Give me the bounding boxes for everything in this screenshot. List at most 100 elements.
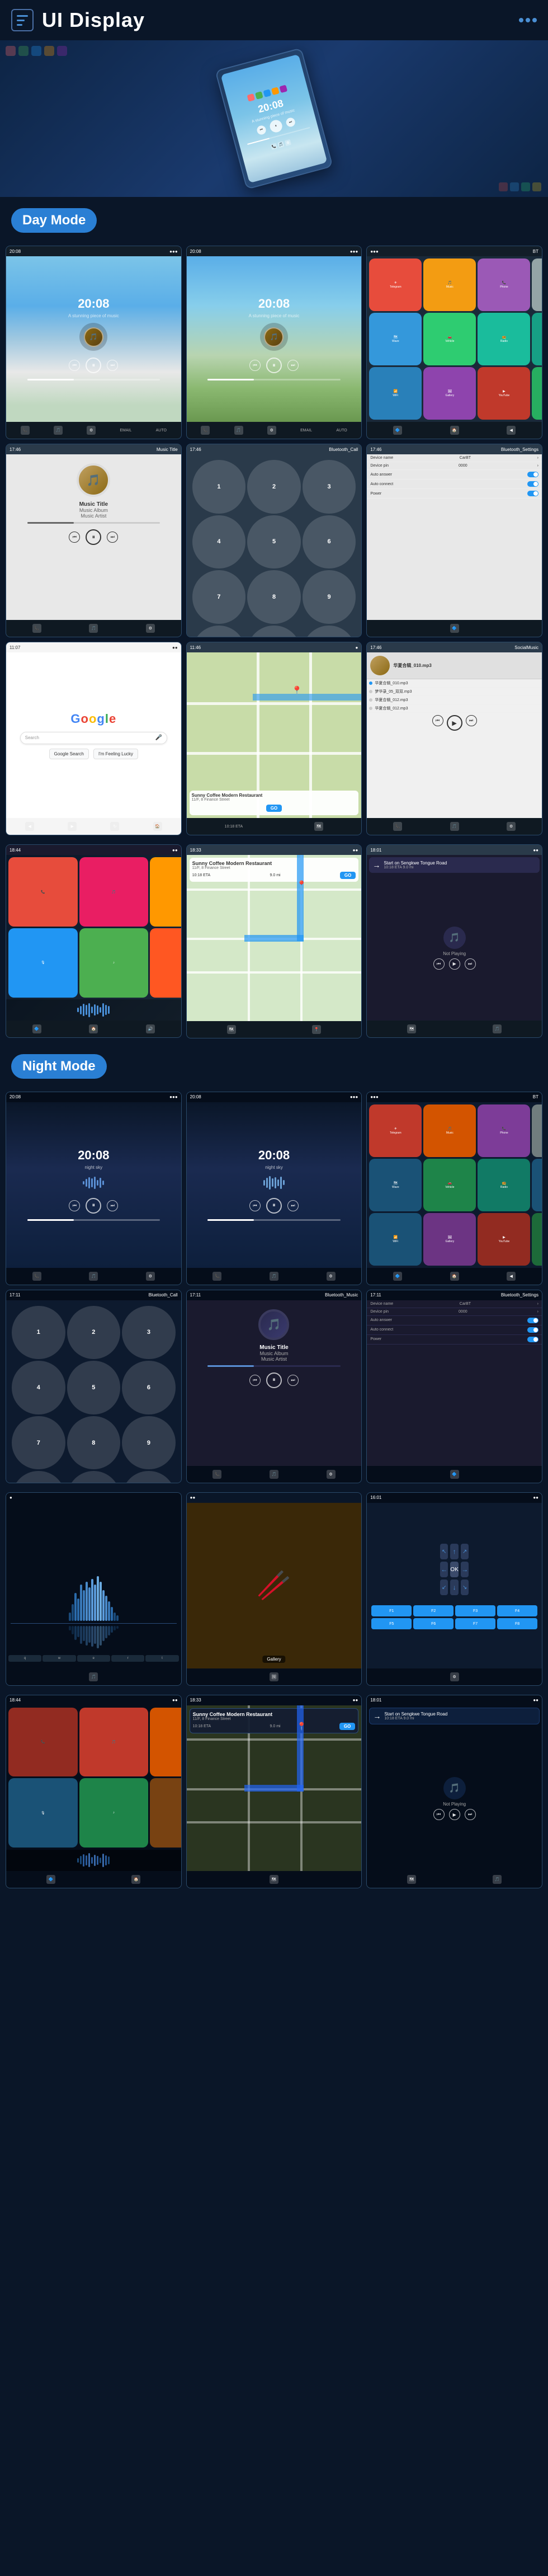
nk-1[interactable]: q bbox=[8, 1655, 41, 1662]
night-app-waze[interactable]: 🗺Waze bbox=[369, 1159, 422, 1211]
night-next-1[interactable]: ⏭ bbox=[107, 1200, 118, 1211]
night-toggle-1[interactable] bbox=[527, 1318, 538, 1323]
nav-left[interactable]: ← bbox=[440, 1562, 448, 1577]
nm-icon-1[interactable]: 📞 bbox=[212, 1470, 221, 1479]
nk-4[interactable]: r bbox=[111, 1655, 144, 1662]
night-cp-bt[interactable]: 🔷 bbox=[46, 1875, 55, 1884]
night-app-yt[interactable]: ▶YouTube bbox=[478, 1213, 530, 1266]
night-nav-icon[interactable]: ⚙ bbox=[450, 1672, 459, 1681]
night-app-wifi[interactable]: 📶WiFi bbox=[369, 1213, 422, 1266]
song-item-1[interactable]: 华夏合辑_010.mp3 bbox=[367, 679, 542, 688]
song-item-3[interactable]: 华夏合辑_012.mp3 bbox=[367, 696, 542, 704]
menu-icon[interactable] bbox=[11, 9, 34, 31]
nm-prev[interactable]: ⏮ bbox=[249, 1375, 261, 1386]
music-icon-2[interactable]: 🎵 bbox=[234, 426, 243, 435]
phone-icon-1[interactable]: 📞 bbox=[21, 426, 30, 435]
app-gallery[interactable]: 🖼Gallery bbox=[423, 367, 476, 420]
mic-icon[interactable]: 🎤 bbox=[155, 735, 162, 741]
night-key-7[interactable]: 7 bbox=[12, 1416, 65, 1470]
func-btn-4[interactable]: F4 bbox=[497, 1605, 537, 1616]
key-star[interactable]: * bbox=[192, 626, 246, 637]
func-btn-8[interactable]: F8 bbox=[497, 1618, 537, 1629]
back-icon[interactable]: ◀ bbox=[507, 426, 516, 435]
phone-icon-2[interactable]: 📞 bbox=[201, 426, 210, 435]
cp-spotify[interactable]: ♪ bbox=[79, 928, 149, 998]
key-2[interactable]: 2 bbox=[247, 460, 301, 514]
power-toggle[interactable] bbox=[527, 491, 538, 496]
nk-5[interactable]: t bbox=[145, 1655, 178, 1662]
settings-icon-1[interactable]: ⚙ bbox=[87, 426, 96, 435]
key-9[interactable]: 9 bbox=[303, 570, 356, 624]
settings-icon-bt[interactable]: ⚙ bbox=[146, 624, 155, 633]
app-youtube[interactable]: ▶YouTube bbox=[478, 367, 530, 420]
nw-icon[interactable]: 🎵 bbox=[89, 1672, 98, 1681]
night-key-8[interactable]: 8 bbox=[67, 1416, 121, 1470]
np-prev[interactable]: ⏮ bbox=[433, 958, 445, 970]
sm-icon-1[interactable]: 📞 bbox=[393, 822, 402, 831]
nm-icon-2[interactable]: 📍 bbox=[312, 1025, 321, 1034]
cp-music2[interactable]: 🎵 bbox=[79, 857, 149, 927]
night-np-next[interactable]: ⏭ bbox=[465, 1809, 476, 1820]
app-telegram[interactable]: ✈Telegram bbox=[369, 258, 422, 311]
night-key-2[interactable]: 2 bbox=[67, 1306, 121, 1360]
night-next-2[interactable]: ⏭ bbox=[287, 1200, 299, 1211]
go-btn[interactable]: GO bbox=[266, 805, 282, 812]
nav-bl[interactable]: ↙ bbox=[440, 1580, 448, 1595]
night-app-gallery[interactable]: 🖼Gallery bbox=[423, 1213, 476, 1266]
func-btn-6[interactable]: F6 bbox=[413, 1618, 453, 1629]
night-app-maps[interactable]: 📍Maps bbox=[532, 1213, 542, 1266]
app-music[interactable]: 🎵Music bbox=[423, 258, 476, 311]
nms-icon-2[interactable]: 🎵 bbox=[493, 1024, 502, 1033]
night-key-0[interactable]: 0 bbox=[67, 1471, 121, 1483]
night-bt-icon[interactable]: 🔷 bbox=[393, 1272, 402, 1281]
play-btn-2[interactable]: ⏸ bbox=[266, 358, 282, 373]
key-7[interactable]: 7 bbox=[192, 570, 246, 624]
nms-icon-1[interactable]: 🗺 bbox=[407, 1024, 416, 1033]
night-phone-2[interactable]: 📞 bbox=[212, 1272, 221, 1281]
night-np-play[interactable]: ▶ bbox=[449, 1809, 460, 1820]
np-play[interactable]: ▶ bbox=[449, 958, 460, 970]
app-wifi[interactable]: 📶WiFi bbox=[369, 367, 422, 420]
sm-icon-2[interactable]: 🎵 bbox=[450, 822, 459, 831]
bt-next[interactable]: ⏭ bbox=[107, 532, 118, 543]
np-next[interactable]: ⏭ bbox=[465, 958, 476, 970]
cp-vol[interactable]: 🔊 bbox=[146, 1024, 155, 1033]
night-settings-1[interactable]: ⚙ bbox=[146, 1272, 155, 1281]
key-4[interactable]: 4 bbox=[192, 515, 246, 569]
night-app-bt[interactable]: 🔷BT bbox=[532, 1159, 542, 1211]
key-3[interactable]: 3 bbox=[303, 460, 356, 514]
night-key-6[interactable]: 6 bbox=[122, 1361, 176, 1414]
night-key-star[interactable]: * bbox=[12, 1471, 65, 1483]
key-1[interactable]: 1 bbox=[192, 460, 246, 514]
night-cp-podcast[interactable]: 🎙 bbox=[8, 1778, 78, 1848]
night-app-car[interactable]: 🚗Vehicle bbox=[423, 1159, 476, 1211]
night-app-phone[interactable]: 📞Phone bbox=[478, 1104, 530, 1157]
key-hash[interactable]: # bbox=[303, 626, 356, 637]
hero-prev-btn[interactable]: ⏮ bbox=[256, 125, 267, 136]
night-app-radio[interactable]: 📻Radio bbox=[478, 1159, 530, 1211]
google-search-bar[interactable]: Search 🎤 bbox=[20, 732, 167, 744]
night-key-4[interactable]: 4 bbox=[12, 1361, 65, 1414]
cp-audiobook[interactable]: 📚 bbox=[150, 928, 182, 998]
nm-next[interactable]: ⏭ bbox=[287, 1375, 299, 1386]
key-8[interactable]: 8 bbox=[247, 570, 301, 624]
feeling-lucky-btn[interactable]: I'm Feeling Lucky bbox=[93, 749, 138, 759]
cp-home[interactable]: 🏠 bbox=[89, 1024, 98, 1033]
night-cp-spotify[interactable]: ♪ bbox=[79, 1778, 149, 1848]
bt-play[interactable]: ⏸ bbox=[86, 529, 101, 545]
hero-next-btn[interactable]: ⏭ bbox=[285, 117, 296, 128]
night-toggle-2[interactable] bbox=[527, 1327, 538, 1333]
night-app-settings[interactable]: ⚙Settings bbox=[532, 1104, 542, 1157]
night-cp-phone[interactable]: 📞 bbox=[8, 1708, 78, 1777]
next-btn-1[interactable]: ⏭ bbox=[107, 360, 118, 371]
nk-2[interactable]: w bbox=[42, 1655, 75, 1662]
auto-connect-toggle[interactable] bbox=[527, 481, 538, 487]
google-search-btn[interactable]: Google Search bbox=[49, 749, 89, 759]
nm-icon-3[interactable]: ⚙ bbox=[327, 1470, 336, 1479]
prev-btn-1[interactable]: ⏮ bbox=[69, 360, 80, 371]
auto-answer-toggle[interactable] bbox=[527, 472, 538, 477]
home-btn-g[interactable]: 🏠 bbox=[153, 822, 162, 831]
night-key-hash[interactable]: # bbox=[122, 1471, 176, 1483]
nm-icon-2[interactable]: 🎵 bbox=[270, 1470, 278, 1479]
nav-br[interactable]: ↘ bbox=[461, 1580, 469, 1595]
